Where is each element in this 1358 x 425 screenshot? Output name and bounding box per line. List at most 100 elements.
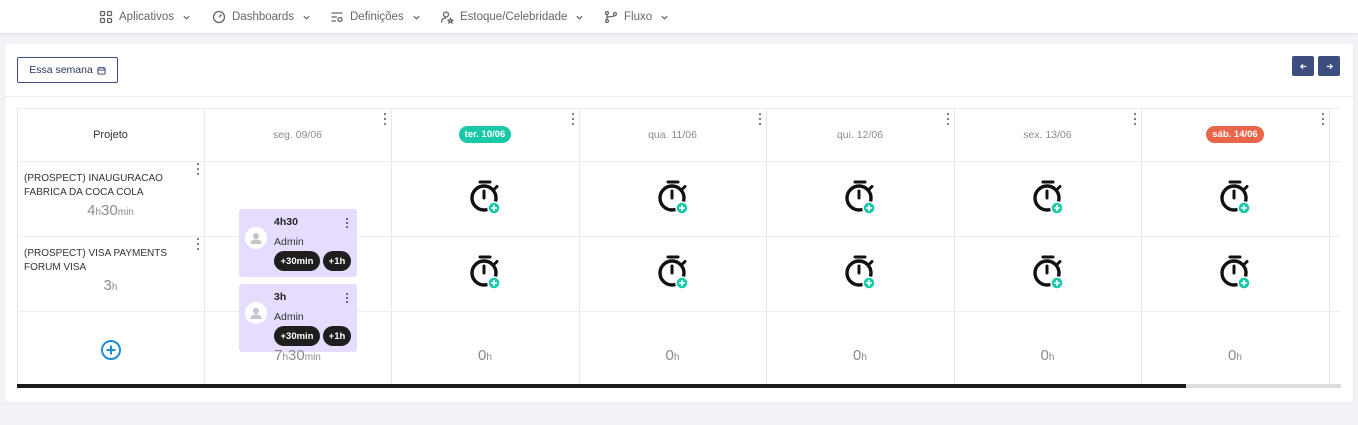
project-hours: 4h30min: [24, 202, 197, 219]
grid-line: [17, 161, 1341, 162]
day-total-thu: 0h: [766, 344, 954, 364]
project-name: (PROSPECT) VISA PAYMENTS FORUM VISA: [24, 248, 167, 273]
total-hours: 0: [665, 347, 674, 364]
apps-grid-icon: [99, 10, 113, 24]
total-hours-unit: h: [1048, 352, 1055, 363]
arrow-left-icon: [1299, 63, 1306, 69]
grid-line: [1329, 108, 1330, 388]
total-hours-unit: h: [673, 352, 680, 363]
nav-label: Definições: [350, 11, 404, 23]
user-star-icon: [440, 11, 454, 24]
today-badge: ter. 10/06: [458, 126, 512, 143]
total-minutes-unit: min: [304, 352, 321, 363]
add-time-timer-icon[interactable]: [655, 254, 691, 290]
chevron-down-icon: [661, 15, 668, 20]
day-menu-icon[interactable]: [945, 113, 951, 125]
add-30min-button[interactable]: +30min: [274, 251, 320, 271]
nav-dashboards[interactable]: Dashboards: [212, 9, 311, 25]
add-time-timer-icon[interactable]: [842, 179, 878, 215]
day-total-fri: 0h: [954, 344, 1141, 364]
entry-menu-icon[interactable]: [344, 293, 350, 303]
project-hours: 3h: [24, 277, 197, 294]
day-total-tue: 0h: [391, 344, 579, 364]
weekend-badge: sáb. 14/06: [1206, 126, 1264, 143]
timesheet-grid: Projeto seg. 09/06 ter. 10/06 qua. 11/06…: [17, 108, 1341, 388]
entry-duration: 3h: [274, 291, 287, 303]
nav-label: Estoque/Celebridade: [460, 11, 568, 23]
add-time-timer-icon[interactable]: [842, 254, 878, 290]
this-week-button[interactable]: Essa semana: [17, 57, 118, 83]
nav-fluxo[interactable]: Fluxo: [604, 9, 669, 25]
add-1h-button[interactable]: +1h: [323, 326, 351, 346]
project-row-1: (PROSPECT) INAUGURACAO FABRICA DA COCA C…: [17, 172, 204, 219]
add-time-timer-icon[interactable]: [467, 254, 503, 290]
chevron-down-icon: [303, 15, 310, 20]
user-avatar-icon: [250, 308, 262, 319]
add-time-timer-icon[interactable]: [1030, 179, 1066, 215]
add-time-timer-icon[interactable]: [467, 179, 503, 215]
chevron-down-icon: [576, 15, 584, 20]
total-hours: 0: [1228, 347, 1237, 364]
add-time-timer-icon[interactable]: [1217, 179, 1253, 215]
day-label: qua. 11/06: [648, 128, 697, 141]
add-project-icon[interactable]: [100, 339, 122, 361]
avatar: [245, 302, 267, 324]
day-header-mon: seg. 09/06: [204, 108, 391, 161]
project-row-2: (PROSPECT) VISA PAYMENTS FORUM VISA 3h: [17, 247, 204, 294]
grid-line: [17, 236, 1341, 237]
time-entry-card[interactable]: 4h30 Admin +30min +1h: [239, 209, 357, 277]
day-total-mon: 7 h 30 min: [204, 344, 391, 364]
project-column-header: Projeto: [17, 108, 204, 161]
calendar-icon: [97, 66, 106, 75]
entry-user: Admin: [274, 236, 304, 248]
this-week-label: Essa semana: [29, 64, 93, 76]
day-total-wed: 0h: [579, 344, 766, 364]
top-navbar: Aplicativos Dashboards Definições Estoqu…: [0, 0, 1358, 34]
nav-label: Fluxo: [624, 11, 653, 23]
chevron-down-icon: [413, 15, 420, 20]
nav-label: Aplicativos: [119, 11, 174, 23]
arrow-right-icon: [1326, 63, 1333, 69]
next-week-button[interactable]: [1318, 56, 1340, 76]
day-header-tue: ter. 10/06: [391, 108, 579, 161]
settings-sliders-icon: [331, 12, 343, 23]
add-1h-button[interactable]: +1h: [323, 251, 351, 271]
nav-definicoes[interactable]: Definições: [330, 9, 421, 25]
time-entry-card[interactable]: 3h Admin +30min +1h: [239, 284, 357, 352]
minutes-unit: min: [117, 207, 134, 218]
nav-label: Dashboards: [232, 11, 295, 23]
user-avatar-icon: [250, 233, 262, 244]
day-header-wed: qua. 11/06: [579, 108, 766, 161]
chevron-down-icon: [183, 15, 190, 20]
add-time-timer-icon[interactable]: [1030, 254, 1066, 290]
nav-aplicativos[interactable]: Aplicativos: [99, 9, 191, 25]
day-header-fri: sex. 13/06: [954, 108, 1141, 161]
total-hours: 0: [478, 347, 487, 364]
total-hours-unit: h: [861, 352, 867, 363]
total-hours: 0: [1040, 347, 1049, 364]
hours-value: 3: [103, 277, 112, 294]
flow-branch-icon: [604, 10, 618, 24]
grid-line: [17, 311, 1341, 312]
day-label: qui. 12/06: [836, 128, 884, 141]
prev-week-button[interactable]: [1292, 56, 1314, 76]
horizontal-scrollbar-thumb[interactable]: [17, 384, 1186, 388]
total-hours: 0: [853, 347, 862, 364]
day-label: seg. 09/06: [272, 128, 323, 141]
day-menu-icon[interactable]: [570, 113, 576, 125]
day-menu-icon[interactable]: [757, 113, 763, 125]
day-total-sat: 0h: [1141, 344, 1329, 364]
dashboard-gauge-icon: [212, 10, 226, 24]
entry-menu-icon[interactable]: [344, 218, 350, 228]
hours-unit: h: [111, 282, 118, 293]
add-time-timer-icon[interactable]: [655, 179, 691, 215]
nav-estoque-celebridade[interactable]: Estoque/Celebridade: [440, 9, 584, 25]
avatar: [245, 227, 267, 249]
day-menu-icon[interactable]: [1320, 113, 1326, 125]
add-time-timer-icon[interactable]: [1217, 254, 1253, 290]
timesheet-card: Essa semana Projeto seg. 09/06 ter. 10/0…: [5, 44, 1353, 402]
day-label: sex. 13/06: [1023, 128, 1072, 141]
day-menu-icon[interactable]: [1132, 113, 1138, 125]
add-30min-button[interactable]: +30min: [274, 326, 320, 346]
day-menu-icon[interactable]: [382, 113, 388, 125]
